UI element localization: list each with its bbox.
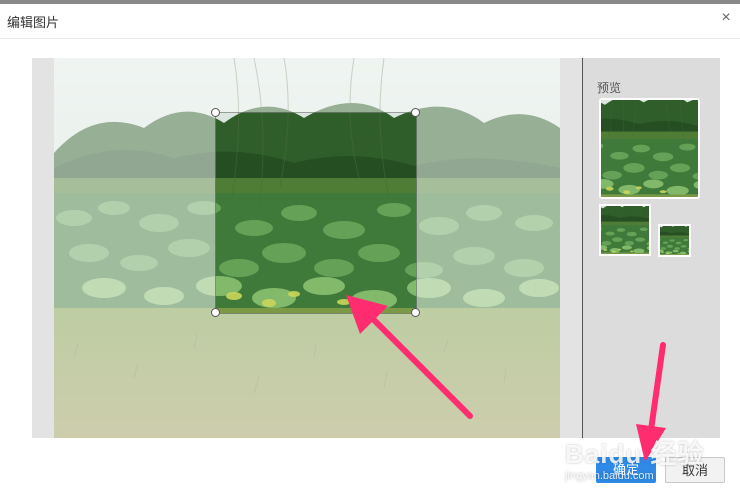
preview-panel: 预览 — [583, 58, 720, 438]
crop-handle-top-right[interactable] — [411, 108, 420, 117]
confirm-button[interactable]: 确定 — [596, 457, 656, 483]
image-editor-canvas[interactable] — [32, 58, 582, 438]
close-icon[interactable]: × — [718, 10, 734, 26]
dialog-header: 编辑图片 × — [0, 4, 740, 39]
crop-area-image — [216, 113, 416, 313]
preview-thumbnail-small — [658, 224, 691, 257]
crop-handle-bottom-left[interactable] — [211, 308, 220, 317]
preview-label: 预览 — [597, 81, 622, 95]
crop-handle-bottom-right[interactable] — [411, 308, 420, 317]
dialog-title: 编辑图片 — [7, 15, 60, 30]
preview-thumbnail-medium — [599, 204, 651, 256]
crop-selection[interactable] — [215, 112, 417, 314]
source-photo — [54, 58, 560, 438]
crop-handle-top-left[interactable] — [211, 108, 220, 117]
cancel-button[interactable]: 取消 — [665, 457, 725, 483]
preview-thumbnail-large — [599, 98, 700, 199]
